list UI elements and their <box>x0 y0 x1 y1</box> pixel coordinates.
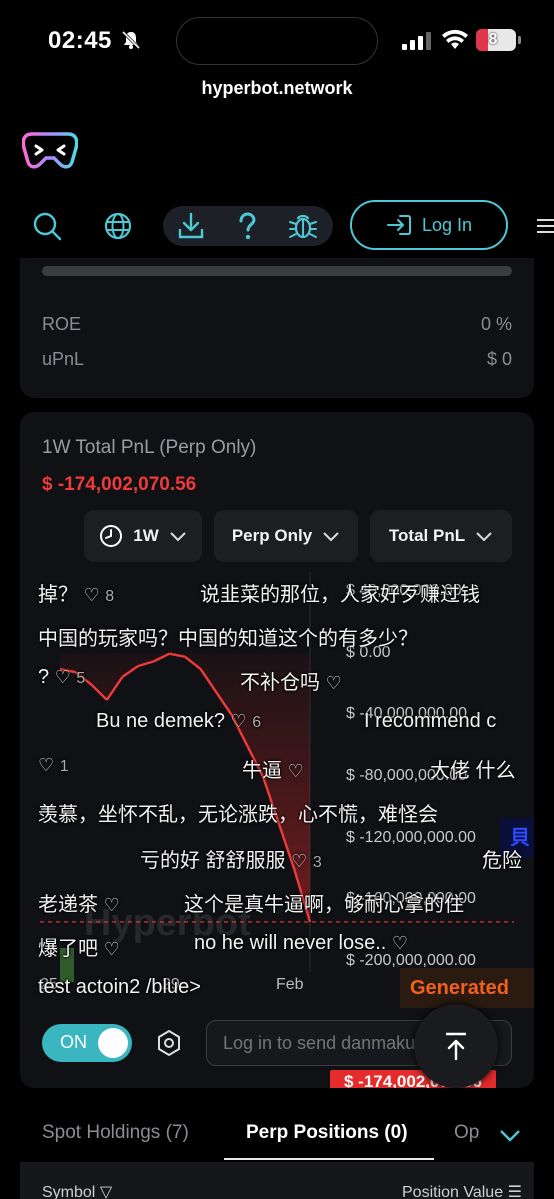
danmaku-item[interactable]: 亏的好 舒舒服服 ♡ 3 <box>140 844 322 873</box>
metric-selector[interactable]: Total PnL <box>370 510 512 562</box>
heart-icon: ♡ <box>391 933 409 953</box>
heart-icon: ♡ <box>83 585 100 605</box>
heart-icon: ♡ <box>103 939 120 959</box>
tab-spot-holdings[interactable]: Spot Holdings (7) <box>42 1122 189 1144</box>
globe-icon[interactable] <box>102 210 134 242</box>
bell-muted-icon <box>121 30 141 50</box>
upnl-value: $ 0 <box>486 349 512 369</box>
status-bar: 02:45 8 hyperbot.network <box>0 0 554 98</box>
clock-icon <box>100 525 123 547</box>
toggle-knob <box>98 1028 128 1058</box>
x-tick: Feb <box>276 976 304 993</box>
toggle-label: ON <box>60 1032 87 1052</box>
positions-tabs: Spot Holdings (7) Perp Positions (0) Op <box>0 1108 554 1162</box>
pnl-total-value: $ -174,002,070.56 <box>42 474 197 495</box>
danmaku-item[interactable]: 老递茶 ♡ <box>38 888 120 917</box>
scroll-to-top-button[interactable] <box>414 1004 498 1088</box>
danmaku-toggle[interactable]: ON <box>42 1024 132 1062</box>
danmaku-item[interactable]: 说韭菜的那位，人家好歹赚过钱 <box>200 578 480 607</box>
danmaku-item[interactable]: test actoin2 /blue> <box>38 976 201 999</box>
chevron-down-icon <box>170 532 186 542</box>
browser-url[interactable]: hyperbot.network <box>0 78 554 99</box>
upnl-label: uPnL <box>42 349 85 369</box>
heart-icon: ♡ <box>38 755 55 775</box>
account-metrics-card: ROE 0 % uPnL $ 0 <box>20 258 534 398</box>
login-label: Log In <box>421 214 473 235</box>
market-label: Perp Only <box>231 526 313 545</box>
battery-percent: 8 <box>488 31 498 48</box>
danmaku-item[interactable]: 羡慕，坐怀不乱，无论涨跌，心不慌，难怪会 <box>38 798 438 827</box>
market-selector[interactable]: Perp Only <box>214 510 358 562</box>
heart-icon: ♡ <box>325 673 342 693</box>
danmaku-item[interactable]: 不补仓吗 ♡ <box>240 666 342 695</box>
login-arrow-icon <box>386 215 411 235</box>
chevron-down-icon <box>323 532 339 542</box>
pnl-card: 1W Total PnL (Perp Only) $ -174,002,070.… <box>20 412 534 1088</box>
roe-value: 0 % <box>480 314 512 334</box>
progress-track <box>42 266 512 276</box>
download-icon[interactable] <box>175 210 207 242</box>
hyperbot-logo-icon[interactable] <box>22 130 78 170</box>
search-icon[interactable] <box>31 210 63 242</box>
signal-icon <box>402 32 431 50</box>
header-nav: Log In <box>0 198 554 254</box>
heart-icon: ♡ <box>287 761 304 781</box>
active-tab-indicator <box>224 1158 434 1160</box>
danmaku-item[interactable]: ? ♡ 5 <box>38 666 85 689</box>
period-label: 1W <box>133 526 159 545</box>
filter-icon: ▽ <box>99 1184 113 1199</box>
menu-icon[interactable] <box>537 218 554 234</box>
login-button[interactable]: Log In <box>350 200 508 250</box>
column-symbol[interactable]: Symbol ▽ <box>42 1182 112 1199</box>
danmaku-item[interactable]: I recommend c <box>364 710 496 733</box>
chevron-down-icon <box>476 532 492 542</box>
y-tick: $ -120,000,000.00 <box>346 828 476 846</box>
danmaku-item[interactable]: 中国的玩家吗？中国的知道这个的有多少？ <box>38 622 418 651</box>
heart-icon: ♡ <box>230 711 247 731</box>
heart-icon: ♡ <box>54 667 71 687</box>
heart-icon: ♡ <box>103 895 120 915</box>
heart-icon: ♡ <box>291 851 308 871</box>
period-selector[interactable]: 1W <box>84 510 202 562</box>
settings-icon[interactable] <box>154 1028 184 1058</box>
positions-table-header: Symbol ▽ Position Value ☰ <box>20 1162 534 1199</box>
roe-label: ROE <box>42 314 82 334</box>
danmaku-item[interactable]: 掉？ ♡ 8 <box>38 578 114 607</box>
battery-nub <box>518 36 521 44</box>
danmaku-item[interactable]: ♡ 1 <box>38 754 69 777</box>
tab-open-orders[interactable]: Op <box>454 1122 479 1144</box>
sort-icon: ☰ <box>507 1184 522 1199</box>
pnl-title: 1W Total PnL (Perp Only) <box>42 437 257 458</box>
status-time: 02:45 <box>48 27 112 54</box>
arrow-up-icon <box>446 1032 466 1061</box>
danmaku-item[interactable]: no he will never lose.. ♡ <box>194 932 408 955</box>
danmaku-item[interactable]: 牛逼 ♡ <box>242 754 304 783</box>
danmaku-item[interactable]: 大佬 什么 <box>430 754 516 783</box>
danmaku-item[interactable]: Bu ne demek? ♡ 6 <box>96 710 261 733</box>
dynamic-island <box>176 17 378 65</box>
danmaku-item[interactable]: 这个是真牛逼啊，够耐心拿的住 <box>184 888 464 917</box>
generated-badge: Generated <box>400 968 534 1008</box>
danmaku-item[interactable]: 危险 <box>482 844 522 873</box>
help-icon[interactable] <box>231 210 263 242</box>
wifi-icon <box>442 29 468 49</box>
danmaku-item[interactable]: 爆了吧 ♡ <box>38 932 120 961</box>
chevron-down-icon[interactable] <box>498 1126 522 1144</box>
metric-label: Total PnL <box>388 526 466 545</box>
bug-icon[interactable] <box>287 210 319 242</box>
tab-perp-positions[interactable]: Perp Positions (0) <box>246 1122 408 1144</box>
column-position-value[interactable]: Position Value ☰ <box>402 1182 522 1199</box>
action-icon-group <box>163 206 333 246</box>
